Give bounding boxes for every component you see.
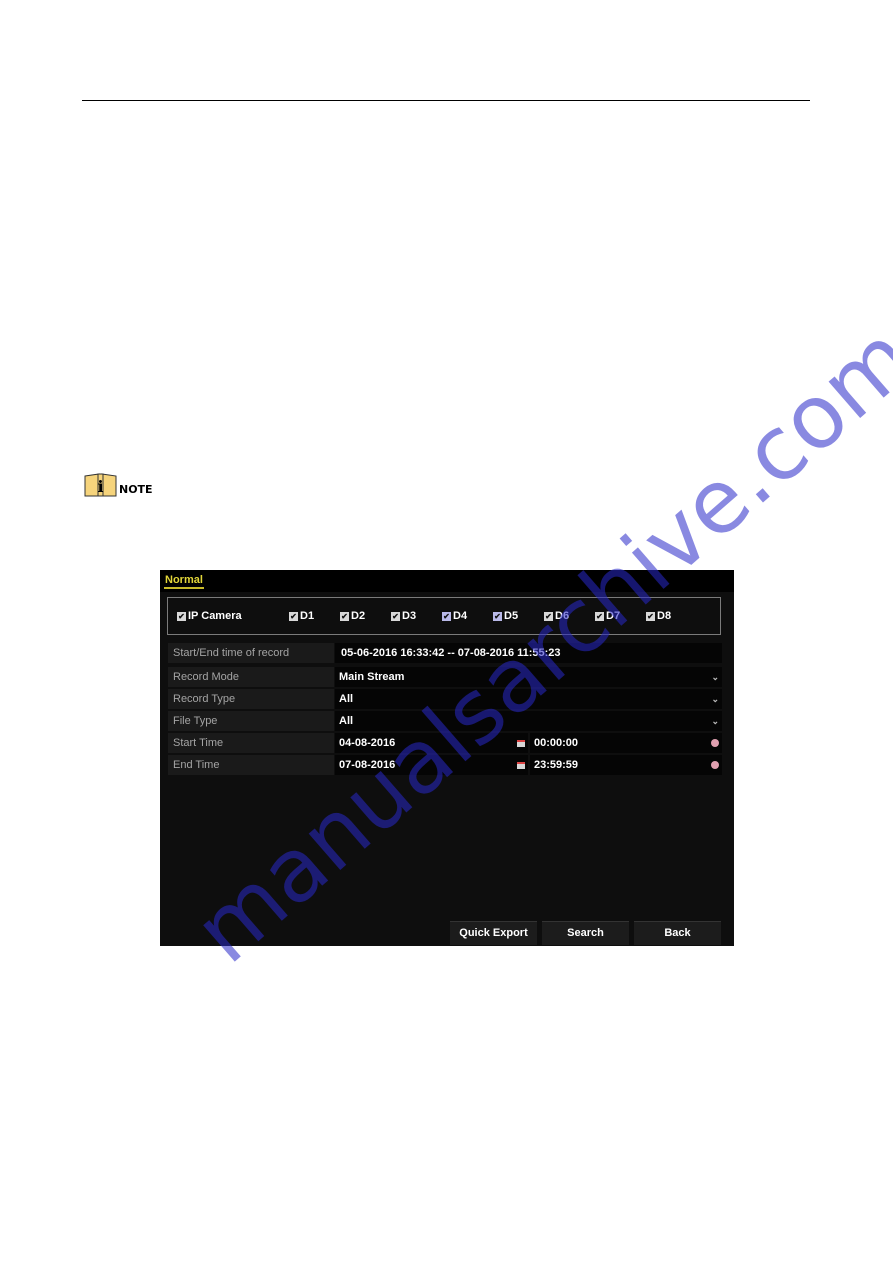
checkbox-d5[interactable]: ✔ D5 <box>493 610 518 622</box>
info-book-icon: i <box>84 473 117 497</box>
record-type-row: Record Type All ⌄ <box>168 689 722 709</box>
checkbox-d3[interactable]: ✔ D3 <box>391 610 416 622</box>
start-time-field[interactable]: 00:00:00 <box>530 733 722 753</box>
checkbox-d6[interactable]: ✔ D6 <box>544 610 569 622</box>
chevron-down-icon: ⌄ <box>711 694 719 704</box>
record-mode-row: Record Mode Main Stream ⌄ <box>168 667 722 687</box>
start-date-field[interactable]: 04-08-2016 <box>335 733 528 753</box>
calendar-icon[interactable] <box>517 740 525 747</box>
checkbox-icon: ✔ <box>442 611 451 621</box>
note-heading: i NOTE <box>84 473 153 497</box>
start-time-label: Start Time <box>168 733 334 753</box>
header-rule <box>82 100 810 101</box>
chevron-down-icon: ⌄ <box>711 672 719 682</box>
record-range-value: 05-06-2016 16:33:42 -- 07-08-2016 11:55:… <box>335 643 722 663</box>
search-button[interactable]: Search <box>542 921 629 945</box>
playback-search-screen: Normal ✔ IP Camera ✔ D1 ✔ D2 ✔ D3 ✔ D4 ✔ D5 ✔ D… <box>160 570 734 946</box>
tab-bar: Normal <box>160 570 734 592</box>
back-button[interactable]: Back <box>634 921 721 945</box>
checkbox-d1[interactable]: ✔ D1 <box>289 610 314 622</box>
checkbox-icon: ✔ <box>493 611 502 621</box>
checkbox-ip-camera[interactable]: ✔ IP Camera <box>177 610 242 622</box>
clock-icon[interactable] <box>711 739 719 747</box>
svg-text:i: i <box>97 477 103 496</box>
quick-export-button[interactable]: Quick Export <box>450 921 537 945</box>
record-type-select[interactable]: All ⌄ <box>335 689 722 709</box>
file-type-label: File Type <box>168 711 334 731</box>
checkbox-icon: ✔ <box>646 611 655 621</box>
checkbox-icon: ✔ <box>340 611 349 621</box>
end-time-field[interactable]: 23:59:59 <box>530 755 722 775</box>
checkbox-d7[interactable]: ✔ D7 <box>595 610 620 622</box>
end-time-label: End Time <box>168 755 334 775</box>
checkbox-icon: ✔ <box>177 611 186 621</box>
channel-selector: ✔ IP Camera ✔ D1 ✔ D2 ✔ D3 ✔ D4 ✔ D5 ✔ D6 ✔ D7 ✔… <box>167 597 721 635</box>
checkbox-icon: ✔ <box>289 611 298 621</box>
file-type-row: File Type All ⌄ <box>168 711 722 731</box>
start-time-row: Start Time 04-08-2016 00:00:00 <box>168 733 722 753</box>
record-range-row: Start/End time of record 05-06-2016 16:3… <box>168 643 722 664</box>
checkbox-d8[interactable]: ✔ D8 <box>646 610 671 622</box>
clock-icon[interactable] <box>711 761 719 769</box>
record-type-label: Record Type <box>168 689 334 709</box>
checkbox-d4[interactable]: ✔ D4 <box>442 610 467 622</box>
checkbox-icon: ✔ <box>391 611 400 621</box>
checkbox-icon: ✔ <box>544 611 553 621</box>
tab-normal[interactable]: Normal <box>164 574 204 589</box>
checkbox-icon: ✔ <box>595 611 604 621</box>
record-mode-label: Record Mode <box>168 667 334 687</box>
calendar-icon[interactable] <box>517 762 525 769</box>
record-range-label: Start/End time of record <box>168 643 334 663</box>
record-mode-select[interactable]: Main Stream ⌄ <box>335 667 722 687</box>
checkbox-d2[interactable]: ✔ D2 <box>340 610 365 622</box>
note-label: NOTE <box>119 483 153 496</box>
chevron-down-icon: ⌄ <box>711 716 719 726</box>
end-time-row: End Time 07-08-2016 23:59:59 <box>168 755 722 776</box>
document-page: i NOTE Normal ✔ IP Camera ✔ D1 ✔ D2 ✔ D3 ✔ D4… <box>0 0 893 1263</box>
end-date-field[interactable]: 07-08-2016 <box>335 755 528 775</box>
file-type-select[interactable]: All ⌄ <box>335 711 722 731</box>
